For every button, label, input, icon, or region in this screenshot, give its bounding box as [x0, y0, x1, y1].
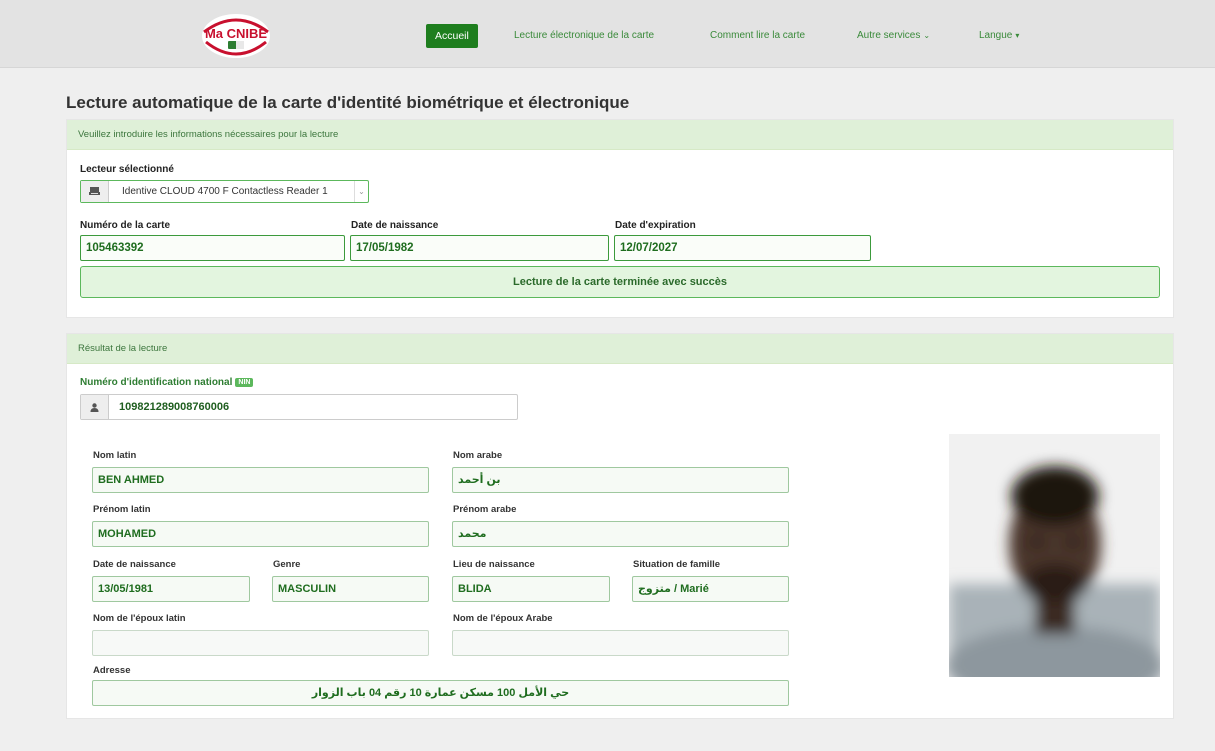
nin-value: 109821289008760006	[119, 401, 230, 413]
prenom-latin-label: Prénom latin	[93, 504, 151, 515]
situation-famille-field[interactable]: متزوج / Marié	[632, 576, 789, 602]
nin-field[interactable]: 109821289008760006	[80, 394, 518, 420]
nav-autres-label: Autre services	[857, 30, 921, 41]
epoux-arabe-field[interactable]	[452, 630, 789, 656]
reader-select[interactable]: Identive CLOUD 4700 F Contactless Reader…	[80, 180, 369, 203]
svg-text:Ma CNIBE: Ma CNIBE	[205, 26, 267, 41]
prenom-arabe-field[interactable]: محمد	[452, 521, 789, 547]
nav-autres-services[interactable]: Autre services ⌄	[857, 25, 930, 47]
page-title: Lecture automatique de la carte d'identi…	[66, 93, 630, 112]
epoux-latin-label: Nom de l'époux latin	[93, 613, 186, 624]
success-alert: Lecture de la carte terminée avec succès	[80, 266, 1160, 298]
adresse-field[interactable]: حي الأمل 100 مسكن عمارة 10 رقم 04 باب ال…	[92, 680, 789, 706]
expiry-label: Date d'expiration	[615, 220, 696, 231]
nav-accueil[interactable]: Accueil	[426, 24, 478, 48]
nom-latin-label: Nom latin	[93, 450, 137, 461]
lieu-naissance-field[interactable]: BLIDA	[452, 576, 610, 602]
caret-down-icon: ▾	[1015, 31, 1020, 40]
nav-langue-label: Langue	[979, 30, 1013, 41]
nom-arabe-field[interactable]: بن أحمد	[452, 467, 789, 493]
situation-famille-label: Situation de famille	[633, 559, 721, 570]
nom-latin-field[interactable]: BEN AHMED	[92, 467, 429, 493]
result-panel: Résultat de la lecture Numéro d'identifi…	[66, 333, 1174, 719]
nin-badge: NIN	[235, 378, 254, 387]
lieu-naissance-label: Lieu de naissance	[453, 559, 535, 570]
top-navbar: Ma CNIBE Accueil Lecture électronique de…	[0, 0, 1215, 68]
cnibe-logo[interactable]: Ma CNIBE	[190, 10, 282, 62]
chevron-down-icon: ⌄	[354, 181, 368, 202]
epoux-latin-field[interactable]	[92, 630, 429, 656]
user-icon	[81, 395, 109, 419]
adresse-label: Adresse	[93, 665, 131, 676]
date-naissance-label: Date de naissance	[93, 559, 176, 570]
result-panel-heading: Résultat de la lecture	[67, 334, 1173, 364]
epoux-arabe-label: Nom de l'époux Arabe	[453, 613, 553, 624]
expiry-input[interactable]: 12/07/2027	[614, 235, 871, 261]
holder-photo	[949, 434, 1160, 677]
birth-date-label: Date de naissance	[351, 220, 439, 231]
card-number-label: Numéro de la carte	[80, 220, 171, 231]
reader-label: Lecteur sélectionné	[80, 164, 174, 175]
nav-comment-lire[interactable]: Comment lire la carte	[710, 25, 805, 47]
date-naissance-field[interactable]: 13/05/1981	[92, 576, 250, 602]
prenom-arabe-label: Prénom arabe	[453, 504, 517, 515]
chevron-down-icon: ⌄	[923, 31, 931, 40]
prenom-latin-field[interactable]: MOHAMED	[92, 521, 429, 547]
genre-label: Genre	[273, 559, 301, 570]
birth-date-input[interactable]: 17/05/1982	[350, 235, 609, 261]
nav-langue[interactable]: Langue ▾	[979, 25, 1019, 47]
nin-label: Numéro d'identification national NIN	[80, 377, 254, 388]
input-panel: Veuillez introduire les informations néc…	[66, 119, 1174, 318]
input-panel-heading: Veuillez introduire les informations néc…	[67, 120, 1173, 150]
nom-arabe-label: Nom arabe	[453, 450, 503, 461]
genre-field[interactable]: MASCULIN	[272, 576, 429, 602]
reader-value: Identive CLOUD 4700 F Contactless Reader…	[122, 186, 328, 197]
card-number-input[interactable]: 105463392	[80, 235, 345, 261]
nin-label-text: Numéro d'identification national	[80, 377, 233, 388]
card-reader-icon	[81, 181, 109, 202]
nav-lecture-electronique[interactable]: Lecture électronique de la carte	[514, 25, 654, 47]
